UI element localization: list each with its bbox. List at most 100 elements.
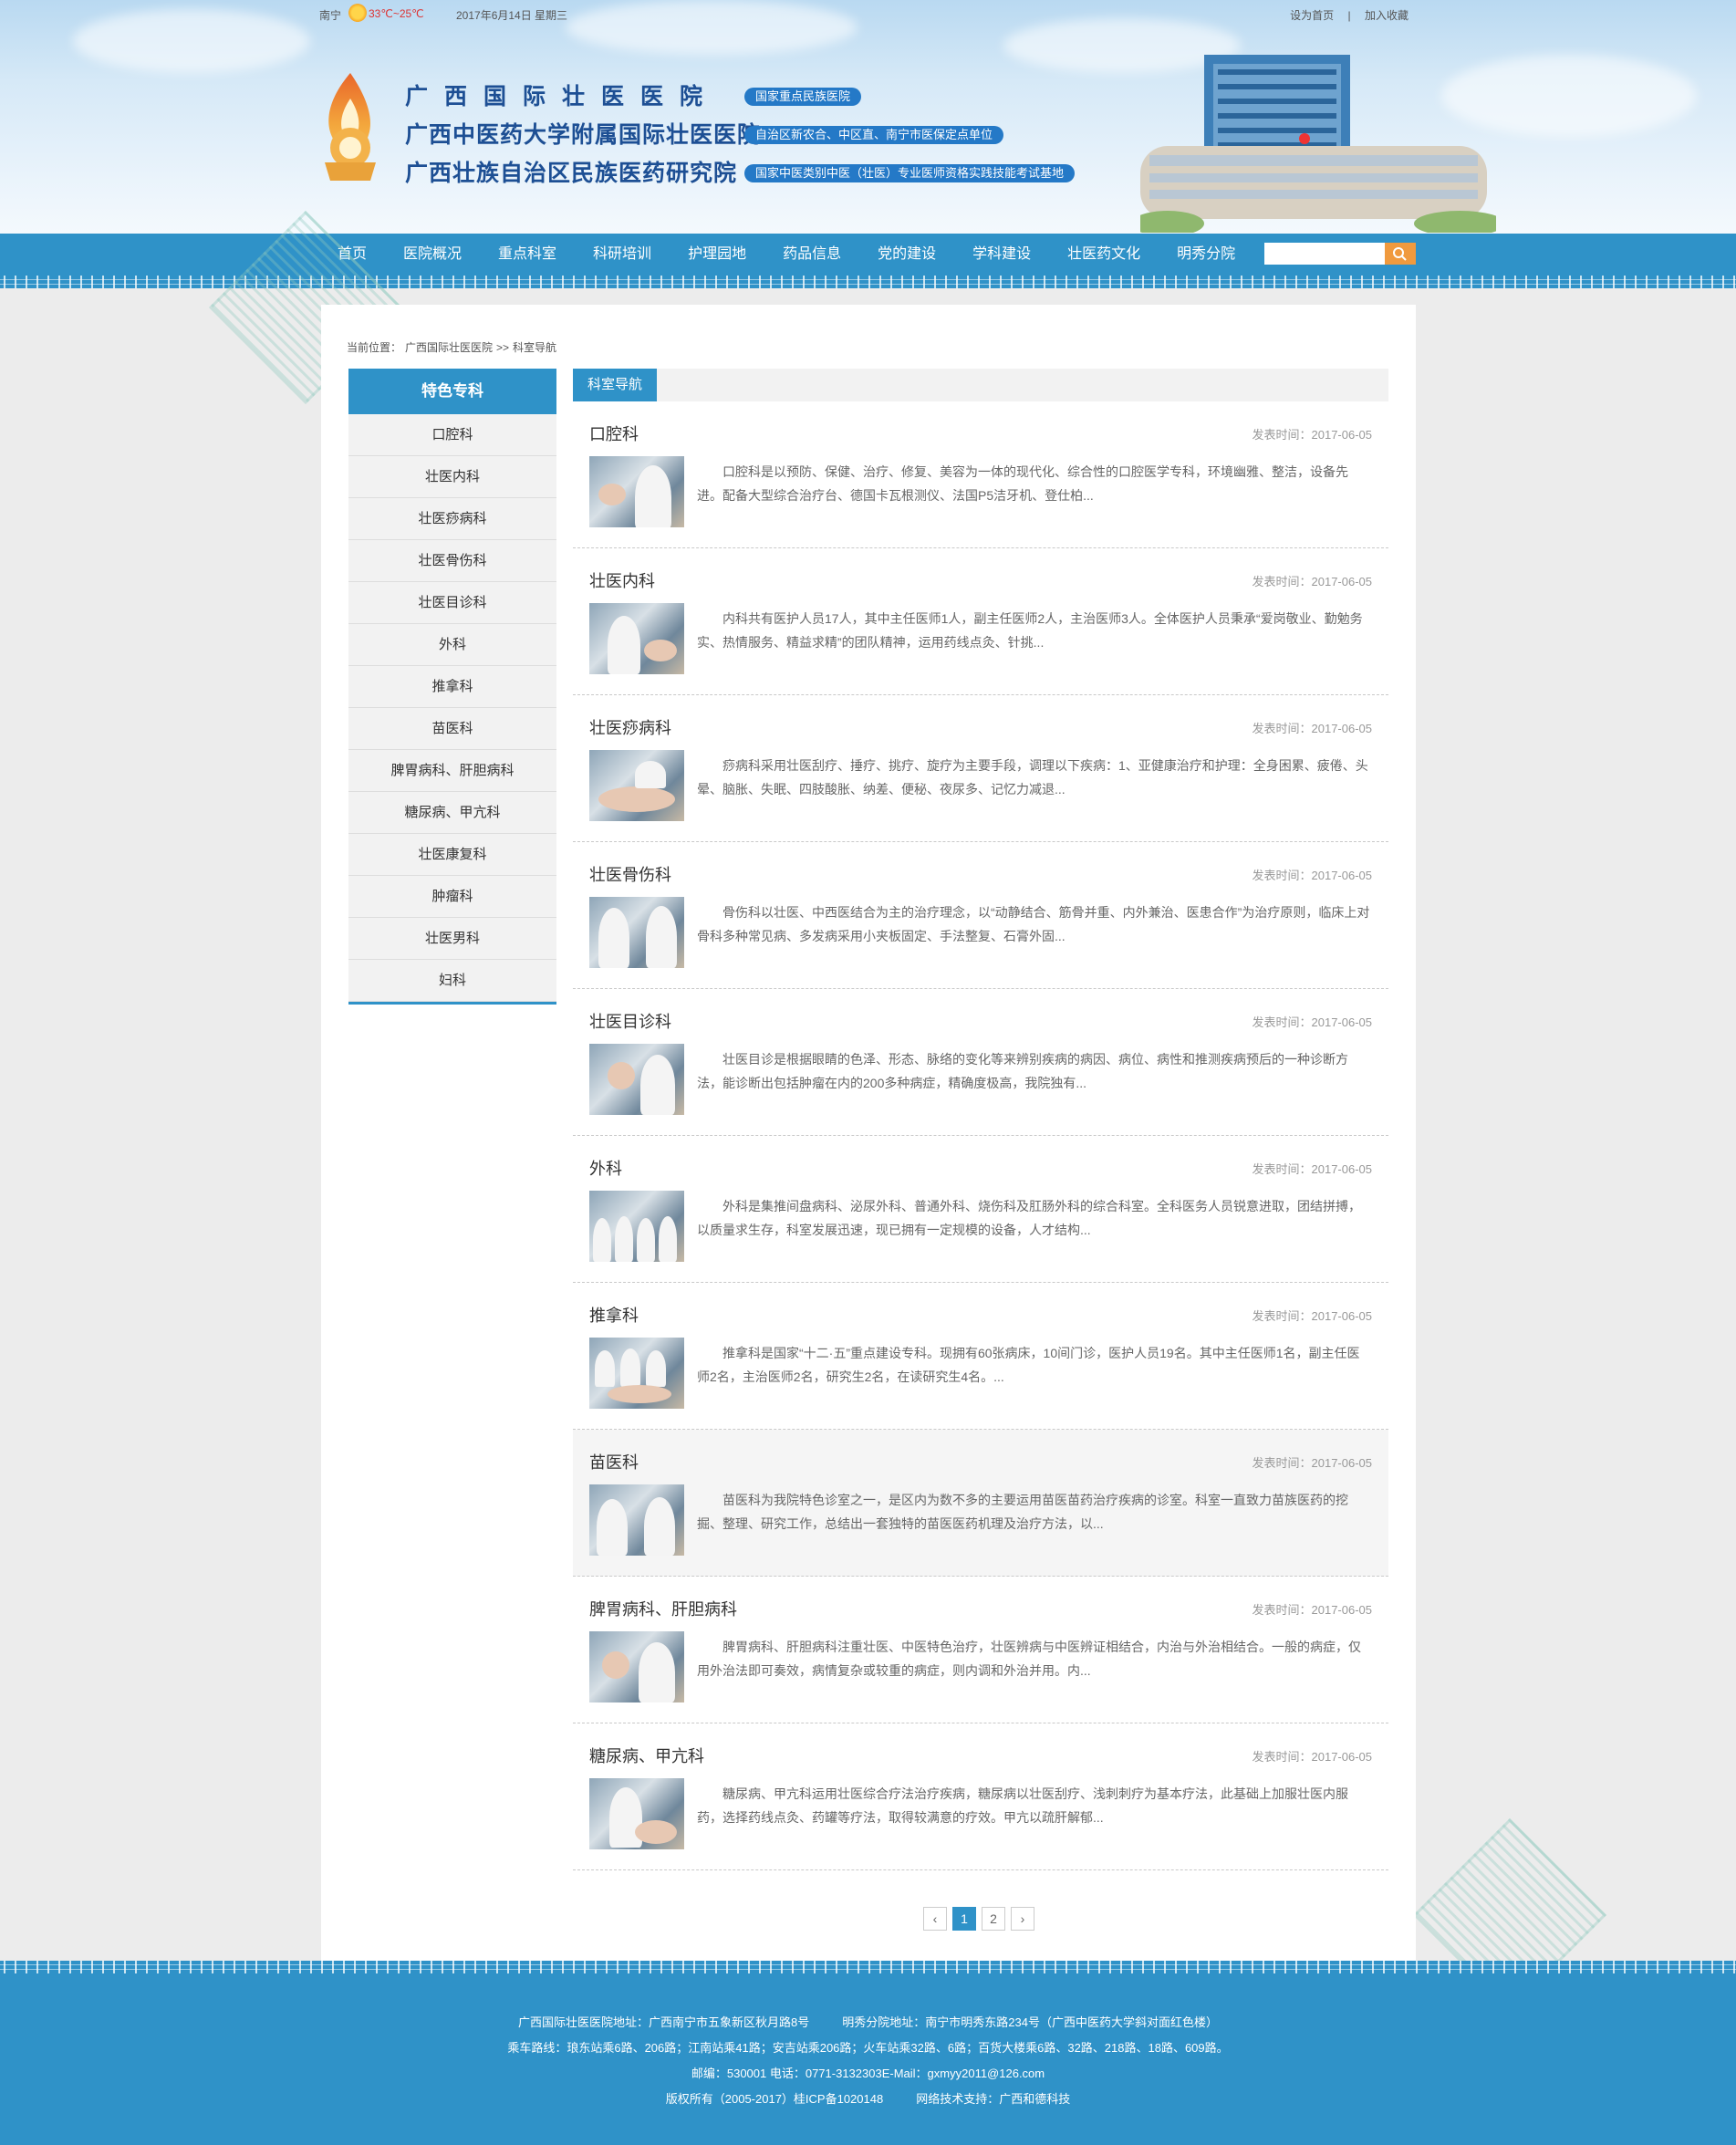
sidebar-item-sha-disease[interactable]: 壮医痧病科 [348, 498, 556, 540]
date-value: 2017-06-05 [1311, 428, 1373, 442]
pager-prev-button[interactable]: ‹ [923, 1907, 947, 1931]
date-label: 发表时间： [1252, 428, 1312, 442]
entry-excerpt: 骨伤科以壮医、中西医结合为主的治疗理念，以“动静结合、筋骨并重、内外兼治、医患合… [697, 905, 1370, 943]
sidebar-item-gastro-hepato[interactable]: 脾胃病科、肝胆病科 [348, 750, 556, 792]
entry-thumbnail[interactable] [589, 456, 684, 527]
entry-thumbnail[interactable] [589, 750, 684, 821]
list-item: 壮医目诊科 发表时间：2017-06-05 壮医目诊是根据眼睛的色泽、形态、脉络… [573, 989, 1388, 1136]
entry-title[interactable]: 苗医科 [589, 1450, 639, 1473]
entry-date: 发表时间：2017-06-05 [1252, 572, 1372, 589]
entry-date: 发表时间：2017-06-05 [1252, 1747, 1372, 1765]
entry-date: 发表时间：2017-06-05 [1252, 1160, 1372, 1177]
date-label: 发表时间： [1252, 1162, 1312, 1176]
entry-thumbnail[interactable] [589, 1778, 684, 1849]
entry-title[interactable]: 糖尿病、甲亢科 [589, 1744, 704, 1767]
breadcrumb: 当前位置： 广西国际壮医医院 >> 科室导航 [347, 339, 560, 355]
entry-title[interactable]: 壮医痧病科 [589, 715, 671, 739]
entry-thumbnail[interactable] [589, 603, 684, 674]
entry-thumbnail[interactable] [589, 1631, 684, 1702]
nav-item-nursing[interactable]: 护理园地 [670, 234, 764, 276]
footer-tech-support[interactable]: 网络技术支持：广西和德科技 [916, 2092, 1070, 2106]
entry-excerpt: 口腔科是以预防、保健、治疗、修复、美容为一体的现代化、综合性的口腔医学专科，环境… [697, 464, 1348, 503]
entry-title[interactable]: 外科 [589, 1156, 622, 1180]
entry-excerpt: 推拿科是国家“十二·五”重点建设专科。现拥有60张病床，10间门诊，医护人员19… [697, 1346, 1360, 1384]
pager-next-button[interactable]: › [1011, 1907, 1034, 1931]
date-value: 2017-06-05 [1311, 1015, 1373, 1029]
hospital-name: 广西中医药大学附属国际壮医医院 [405, 122, 762, 148]
footer-branch-address: 明秀分院地址：南宁市明秀东路234号（广西中医药大学斜对面红色楼） [842, 2015, 1218, 2029]
entry-title[interactable]: 壮医内科 [589, 568, 655, 592]
breadcrumb-home[interactable]: 广西国际壮医医院 [405, 341, 493, 354]
entry-thumbnail[interactable] [589, 1191, 684, 1262]
hospital-tag: 国家重点民族医院 [744, 88, 862, 106]
date-label: 发表时间： [1252, 869, 1312, 882]
list-item: 脾胃病科、肝胆病科 发表时间：2017-06-05 脾胃病科、肝胆病科注重壮医、… [573, 1577, 1388, 1723]
sidebar-item-miao-medicine[interactable]: 苗医科 [348, 708, 556, 750]
nav-item-culture[interactable]: 壮医药文化 [1049, 234, 1159, 276]
sidebar-item-internal-medicine[interactable]: 壮医内科 [348, 456, 556, 498]
breadcrumb-label: 当前位置： [347, 341, 402, 354]
nav-item-drugs[interactable]: 药品信息 [764, 234, 859, 276]
sidebar-item-gynecology[interactable]: 妇科 [348, 960, 556, 1002]
site-header: 南宁 33℃~25℃ 2017年6月14日 星期三 设为首页 | 加入收藏 广西… [0, 0, 1736, 234]
sidebar: 特色专科 口腔科 壮医内科 壮医痧病科 壮医骨伤科 壮医目诊科 外科 推拿科 苗… [348, 369, 556, 1005]
nav-item-discipline[interactable]: 学科建设 [954, 234, 1049, 276]
sidebar-bottom-border [348, 1002, 556, 1005]
footer-copyright-line: 版权所有（2005-2017）桂ICP备1020148 网络技术支持：广西和德科技 [0, 2087, 1736, 2112]
fret-border [0, 1961, 1736, 1973]
entry-excerpt: 外科是集推间盘病科、泌尿外科、普通外科、烧伤科及肛肠外科的综合科室。全科医务人员… [697, 1199, 1361, 1237]
nav-item-about[interactable]: 医院概况 [385, 234, 480, 276]
search-button[interactable] [1385, 243, 1416, 265]
entry-date: 发表时间：2017-06-05 [1252, 866, 1372, 883]
sidebar-item-orthopedics[interactable]: 壮医骨伤科 [348, 540, 556, 582]
sidebar-item-surgery[interactable]: 外科 [348, 624, 556, 666]
nav-item-research[interactable]: 科研培训 [575, 234, 670, 276]
entry-thumbnail[interactable] [589, 1484, 684, 1556]
nav-item-branch[interactable]: 明秀分院 [1159, 234, 1253, 276]
set-home-link[interactable]: 设为首页 [1290, 9, 1334, 22]
breadcrumb-separator: >> [496, 341, 510, 354]
date-label: 发表时间： [1252, 575, 1312, 588]
hospital-building-image [1140, 55, 1496, 233]
footer-main-address: 广西国际壮医医院地址：广西南宁市五象新区秋月路8号 [518, 2015, 810, 2029]
date-label: 发表时间： [1252, 1015, 1312, 1029]
entry-excerpt: 壮医目诊是根据眼睛的色泽、形态、脉络的变化等来辨别疾病的病因、病位、病性和推测疾… [697, 1052, 1348, 1090]
entry-title[interactable]: 壮医目诊科 [589, 1009, 671, 1033]
footer-contact-line: 邮编：530001 电话：0771-3132303E-Mail：gxmyy201… [691, 2067, 1045, 2080]
sidebar-item-rehabilitation[interactable]: 壮医康复科 [348, 834, 556, 876]
sidebar-item-diabetes-thyroid[interactable]: 糖尿病、甲亢科 [348, 792, 556, 834]
sidebar-item-eye-diagnosis[interactable]: 壮医目诊科 [348, 582, 556, 624]
sidebar-item-andrology[interactable]: 壮医男科 [348, 918, 556, 960]
entry-title[interactable]: 脾胃病科、肝胆病科 [589, 1597, 737, 1620]
date-value: 2017-06-05 [1311, 1750, 1373, 1764]
main-card: 当前位置： 广西国际壮医医院 >> 科室导航 特色专科 口腔科 壮医内科 壮医痧病科 … [321, 305, 1416, 1963]
sidebar-item-stomatology[interactable]: 口腔科 [348, 414, 556, 456]
entry-date: 发表时间：2017-06-05 [1252, 1013, 1372, 1030]
current-date: 2017年6月14日 星期三 [456, 9, 568, 22]
entry-excerpt: 糖尿病、甲亢科运用壮医综合疗法治疗疾病，糖尿病以壮医刮疗、浅刺刺疗为基本疗法，此… [697, 1786, 1348, 1825]
pager-page-1[interactable]: 1 [952, 1907, 976, 1931]
entry-thumbnail[interactable] [589, 1044, 684, 1115]
entry-title[interactable]: 推拿科 [589, 1303, 639, 1327]
pager-page-2[interactable]: 2 [982, 1907, 1005, 1931]
sidebar-item-massage[interactable]: 推拿科 [348, 666, 556, 708]
search-input[interactable] [1264, 243, 1385, 265]
add-favorite-link[interactable]: 加入收藏 [1365, 9, 1409, 22]
date-value: 2017-06-05 [1311, 722, 1373, 735]
entry-title[interactable]: 壮医骨伤科 [589, 862, 671, 886]
entry-thumbnail[interactable] [589, 897, 684, 968]
list-item: 糖尿病、甲亢科 发表时间：2017-06-05 糖尿病、甲亢科运用壮医综合疗法治… [573, 1723, 1388, 1870]
hospital-tag: 国家中医类别中医（壮医）专业医师资格实践技能考试基地 [744, 164, 1076, 182]
search-icon [1393, 247, 1407, 261]
date-value: 2017-06-05 [1311, 575, 1373, 588]
entry-thumbnail[interactable] [589, 1338, 684, 1409]
nav-item-party[interactable]: 党的建设 [859, 234, 954, 276]
entry-title[interactable]: 口腔科 [589, 422, 639, 445]
sidebar-item-oncology[interactable]: 肿瘤科 [348, 876, 556, 918]
entry-date: 发表时间：2017-06-05 [1252, 719, 1372, 736]
list-item: 推拿科 发表时间：2017-06-05 推拿科是国家“十二·五”重点建设专科。现… [573, 1283, 1388, 1430]
hospital-logo-icon[interactable] [319, 71, 381, 182]
footer-address-line: 广西国际壮医医院地址：广西南宁市五象新区秋月路8号 明秀分院地址：南宁市明秀东路2… [0, 2010, 1736, 2036]
nav-item-key-departments[interactable]: 重点科室 [480, 234, 575, 276]
date-label: 发表时间： [1252, 1456, 1312, 1470]
